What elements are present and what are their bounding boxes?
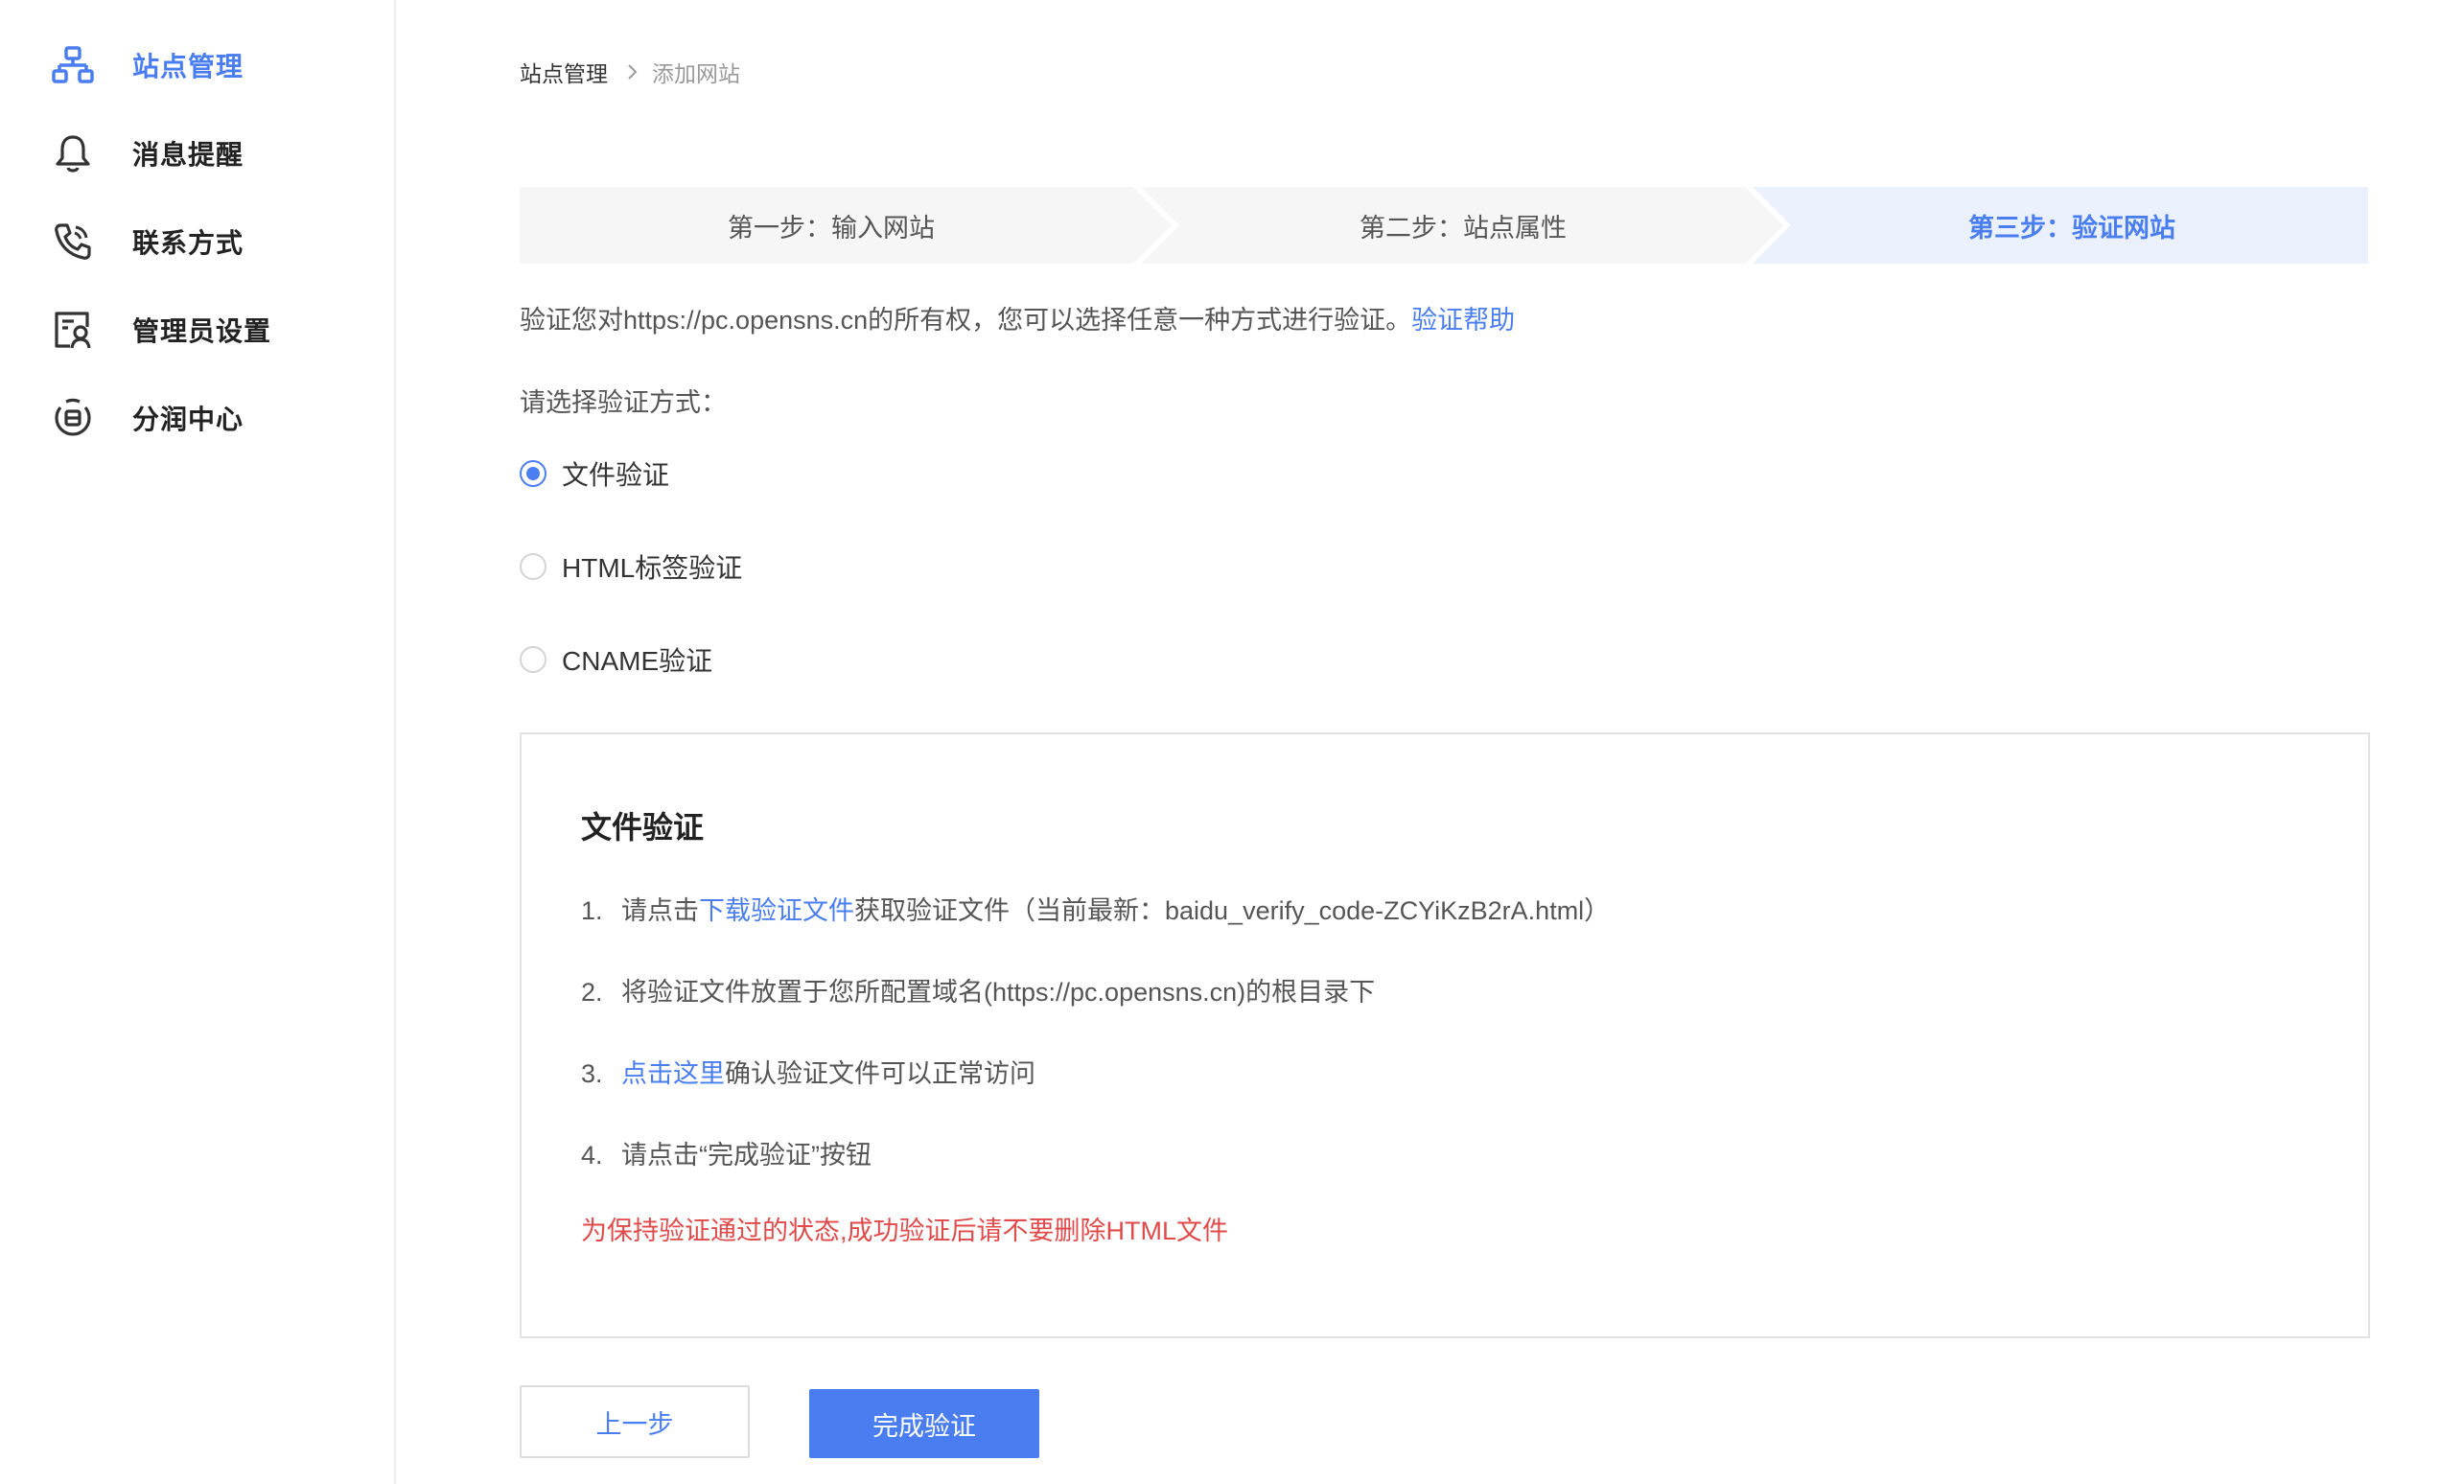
radio-label: HTML标签验证 (562, 553, 743, 583)
panel-title: 文件验证 (581, 810, 705, 845)
click-here-link[interactable]: 点击这里 (621, 1059, 725, 1088)
sidebar-item-label: 站点管理 (132, 52, 244, 81)
sitemap-icon (50, 42, 96, 88)
sidebar-item-label: 联系方式 (132, 228, 244, 258)
step-1-label: 第一步：输入网站 (728, 213, 935, 243)
sidebar-item-label: 消息提醒 (132, 140, 244, 170)
file-verify-panel: 文件验证 1. 请点击下载验证文件获取验证文件（当前最新：baidu_verify… (520, 732, 2370, 1338)
admin-user-icon (50, 307, 96, 353)
sidebar-item-label: 分润中心 (132, 405, 244, 434)
phone-icon (50, 219, 96, 265)
ownership-intro: 验证您对https://pc.opensns.cn的所有权，您可以选择任意一种方… (520, 299, 1515, 336)
download-verify-file-link[interactable]: 下载验证文件 (699, 896, 854, 925)
panel-step-4: 4. 请点击“完成验证”按钮 (581, 1134, 872, 1171)
step-text: 请点击 (621, 896, 699, 925)
step-3-label: 第三步：验证网站 (1968, 213, 2175, 243)
radio-option-file[interactable]: 文件验证 (520, 454, 669, 493)
sidebar-item-label: 管理员设置 (132, 316, 272, 346)
sidebar-item-notifications[interactable]: 消息提醒 (0, 109, 394, 197)
radio-label: 文件验证 (562, 460, 670, 490)
step-text: 将验证文件放置于您所配置域名(https://pc.opensns.cn)的根目… (621, 978, 1376, 1007)
radio-button[interactable] (520, 553, 546, 580)
step-number: 3. (581, 1059, 603, 1088)
verify-method-label: 请选择验证方式： (520, 388, 727, 417)
panel-step-3: 3. 点击这里确认验证文件可以正常访问 (581, 1053, 1035, 1090)
step-text: 获取验证文件（当前最新：baidu_verify_code-ZCYiKzB2rA… (854, 896, 1611, 925)
radio-option-cname[interactable]: CNAME验证 (520, 640, 712, 679)
sidebar-item-site-management[interactable]: 站点管理 (0, 21, 394, 109)
radio-button[interactable] (520, 646, 546, 673)
chevron-right-icon (627, 63, 639, 81)
panel-step-2: 2. 将验证文件放置于您所配置域名(https://pc.opensns.cn)的… (581, 971, 1375, 1009)
keep-file-warning: 为保持验证通过的状态,成功验证后请不要删除HTML文件 (581, 1217, 1228, 1245)
radio-button-checked[interactable] (520, 460, 546, 487)
step-number: 2. (581, 978, 603, 1007)
sidebar: 站点管理 消息提醒 联系方式 管理员设置 分润中心 (0, 0, 396, 1484)
step-number: 4. (581, 1141, 603, 1170)
radio-option-html-tag[interactable]: HTML标签验证 (520, 547, 742, 586)
step-number: 1. (581, 896, 603, 925)
step-progress-bar: 第一步：输入网站 第二步：站点属性 第三步：验证网站 (520, 187, 2368, 264)
breadcrumb-home-link[interactable]: 站点管理 (520, 56, 608, 88)
breadcrumb: 站点管理 添加网站 (520, 58, 740, 86)
bell-icon (50, 130, 96, 176)
verify-help-link[interactable]: 验证帮助 (1411, 306, 1515, 335)
main-content: 站点管理 添加网站 第一步：输入网站 第二步：站点属性 第三步：验证网站 验证您… (396, 0, 2464, 1484)
step-text: 确认验证文件可以正常访问 (725, 1059, 1035, 1088)
sidebar-item-admin-settings[interactable]: 管理员设置 (0, 286, 394, 374)
app-root: 站点管理 消息提醒 联系方式 管理员设置 分润中心 站点管理 添加网站 第一步：… (0, 0, 2464, 1484)
sidebar-item-contact[interactable]: 联系方式 (0, 197, 394, 286)
intro-text: 验证您对https://pc.opensns.cn的所有权，您可以选择任意一种方… (520, 306, 1412, 335)
complete-verify-button[interactable]: 完成验证 (809, 1389, 1039, 1458)
revenue-share-icon (50, 395, 96, 441)
sidebar-item-revenue-center[interactable]: 分润中心 (0, 374, 394, 462)
step-text: 请点击“完成验证”按钮 (621, 1141, 872, 1170)
breadcrumb-current: 添加网站 (652, 61, 740, 86)
radio-label: CNAME验证 (562, 646, 713, 676)
step-2-label: 第二步：站点属性 (1360, 213, 1567, 243)
previous-step-button[interactable]: 上一步 (520, 1385, 750, 1458)
panel-step-1: 1. 请点击下载验证文件获取验证文件（当前最新：baidu_verify_code… (581, 890, 1610, 927)
